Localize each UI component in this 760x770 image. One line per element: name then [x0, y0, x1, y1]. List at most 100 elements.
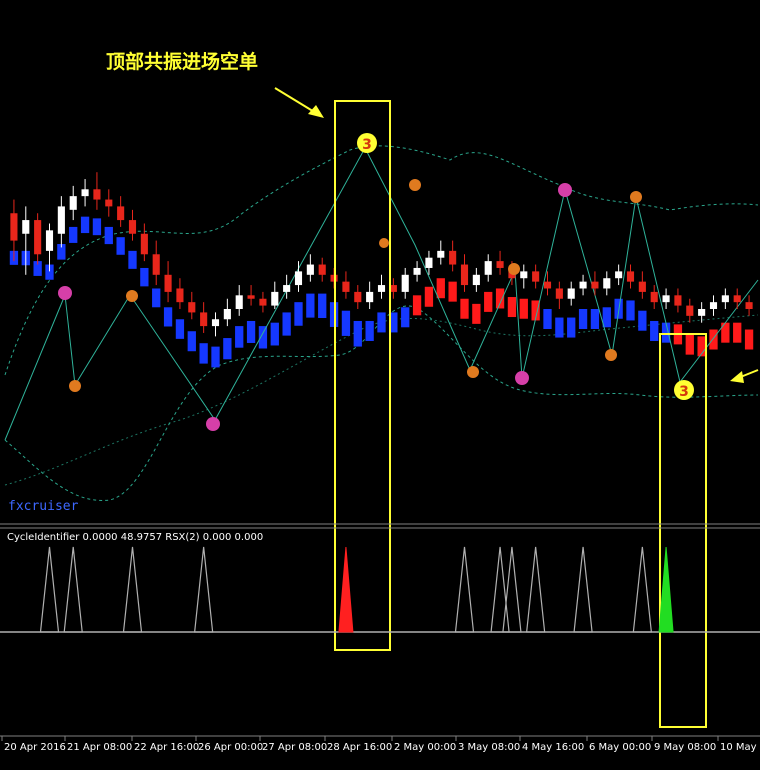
ma-bar — [401, 307, 410, 328]
candle-body — [638, 281, 646, 292]
ma-bar — [341, 310, 351, 336]
ma-bar — [187, 331, 196, 352]
pivot-marker — [409, 179, 421, 191]
candle-body — [81, 189, 89, 197]
ma-bar — [543, 309, 552, 329]
ma-bar — [246, 320, 256, 343]
candle-body — [520, 271, 528, 279]
candle-body — [721, 295, 729, 303]
candle-body — [140, 233, 148, 255]
candle-body — [567, 288, 575, 299]
candle-body — [117, 206, 125, 221]
pivot-marker — [515, 371, 529, 385]
x-tick-label: 21 Apr 08:00 — [67, 742, 132, 753]
candle-body — [200, 312, 208, 327]
candle-body — [247, 295, 255, 299]
pivot-marker — [467, 366, 479, 378]
x-tick-label: 20 Apr 2016 — [4, 742, 66, 753]
brand-watermark: fxcruiser — [8, 499, 79, 514]
candle-body — [176, 288, 184, 303]
candle-body — [10, 213, 18, 241]
candle-body — [555, 288, 563, 299]
chart-background — [0, 0, 760, 770]
ma-bar — [211, 346, 220, 368]
ma-bar — [638, 310, 647, 331]
candle-body — [413, 267, 421, 275]
candle-body — [366, 291, 374, 303]
candle-body — [377, 285, 386, 292]
ma-bar — [626, 300, 635, 321]
candle-body — [318, 264, 326, 275]
x-tick-label: 4 May 16:00 — [522, 742, 584, 753]
candle-body — [152, 254, 160, 275]
candle-body — [472, 274, 480, 286]
ma-bar — [199, 343, 208, 364]
signal-marker-bottom: 3 — [674, 380, 694, 400]
ma-bar — [448, 281, 457, 302]
candle-body — [235, 295, 243, 309]
pivot-marker — [630, 191, 642, 203]
candle-body — [69, 196, 77, 210]
pivot-marker — [69, 380, 81, 392]
indicator-label: CycleIdentifier 0.0000 48.9757 RSX(2) 0.… — [7, 532, 263, 543]
candle-body — [271, 291, 279, 306]
candle-body — [34, 220, 42, 255]
ma-bar — [128, 250, 137, 269]
ma-bar — [318, 293, 327, 319]
pivot-marker — [558, 183, 572, 197]
pivot-marker — [206, 417, 220, 431]
ma-bar — [744, 329, 754, 350]
ma-bar — [270, 322, 279, 346]
candle-body — [484, 261, 492, 275]
ma-bar — [424, 286, 434, 307]
x-tick-label: 27 Apr 08:00 — [262, 742, 327, 753]
ma-bar — [436, 278, 445, 299]
ma-bar — [685, 334, 694, 355]
ma-bar — [377, 312, 386, 333]
x-tick-label: 6 May 00:00 — [589, 742, 651, 753]
candle-body — [698, 309, 706, 316]
candle-body — [543, 281, 552, 289]
candle-body — [188, 302, 196, 313]
ma-bar — [567, 317, 576, 338]
annotation-text: 顶部共振进场空单 — [106, 50, 258, 73]
ma-bar — [661, 322, 671, 343]
ma-bar — [590, 309, 600, 329]
candle-body — [401, 274, 409, 292]
x-tick-label: 26 Apr 00:00 — [198, 742, 263, 753]
x-tick-label: 10 May 16 — [720, 742, 760, 753]
candle-body — [460, 264, 469, 286]
x-tick-label: 9 May 08:00 — [654, 742, 716, 753]
ma-bar — [116, 237, 125, 255]
pivot-marker — [126, 290, 138, 302]
ma-bar — [484, 291, 493, 312]
candle-body — [128, 220, 137, 234]
candle-body — [733, 295, 741, 303]
candle-body — [22, 220, 30, 234]
ma-bar — [92, 218, 102, 236]
candle-body — [306, 264, 314, 275]
ma-bar — [294, 302, 303, 326]
ma-bar — [175, 319, 185, 339]
ma-bar — [412, 295, 422, 316]
candle-body — [93, 189, 101, 200]
ma-bar — [460, 298, 469, 319]
candle-body — [686, 305, 694, 316]
pivot-marker — [58, 286, 72, 300]
ma-bar — [650, 320, 659, 341]
ma-bar — [104, 226, 113, 245]
x-tick-label: 3 May 08:00 — [458, 742, 520, 753]
ma-bar — [472, 303, 481, 324]
candle-body — [57, 206, 65, 234]
candle-body — [211, 319, 220, 327]
price-chart: 3 3 顶部共振进场空单 fxcruiser CycleIdentifier 0… — [0, 0, 760, 770]
pivot-marker — [508, 263, 520, 275]
candle-body — [425, 257, 433, 268]
ma-bar — [507, 297, 517, 318]
ma-bar — [709, 329, 718, 350]
ma-bar — [306, 293, 315, 318]
ma-bar — [258, 326, 268, 349]
candle-body — [283, 285, 291, 292]
candle-body — [662, 295, 670, 303]
pivot-marker — [605, 349, 617, 361]
